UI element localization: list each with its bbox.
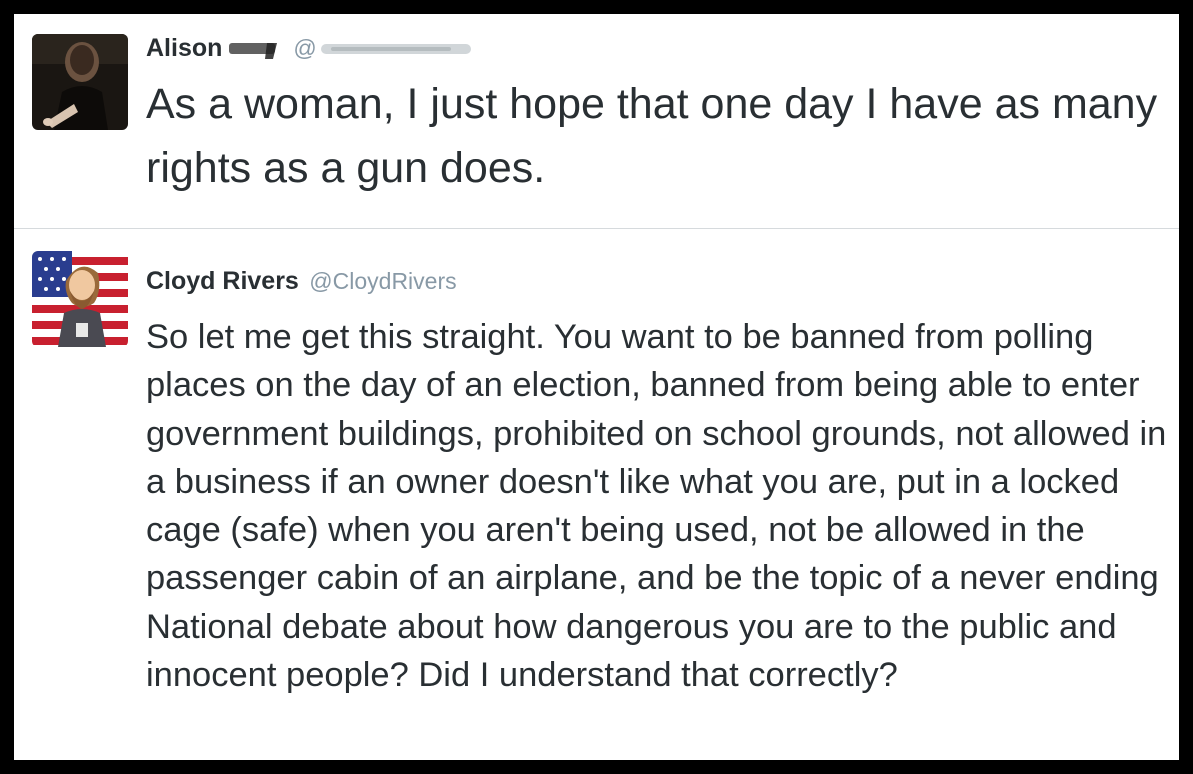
avatar[interactable] (32, 251, 128, 347)
tweet-cloyd-rivers[interactable]: Cloyd Rivers @CloydRivers So let me get … (14, 229, 1179, 760)
tweet-text: So let me get this straight. You want to… (146, 318, 1167, 695)
redacted-handle (321, 43, 472, 54)
tweet-text: As a woman, I just hope that one day I h… (146, 80, 1158, 192)
redacted-surname (228, 42, 277, 59)
tweet-header: Cloyd Rivers @CloydRivers (146, 267, 457, 297)
cartoon-flag-avatar-icon (32, 251, 128, 347)
author-handle[interactable]: @ (293, 35, 316, 62)
avatar[interactable] (32, 34, 128, 130)
author-name[interactable]: Cloyd Rivers (146, 267, 299, 296)
user-photo-avatar-icon (32, 34, 128, 130)
author-name[interactable]: Alison (146, 34, 222, 63)
tweet-alison[interactable]: Alison @ As a woman, I just hope that on… (14, 14, 1179, 228)
tweet-header: Alison @ (146, 34, 472, 64)
author-handle[interactable]: @CloydRivers (309, 268, 456, 295)
screenshot-frame: Alison @ As a woman, I just hope that on… (14, 14, 1179, 760)
